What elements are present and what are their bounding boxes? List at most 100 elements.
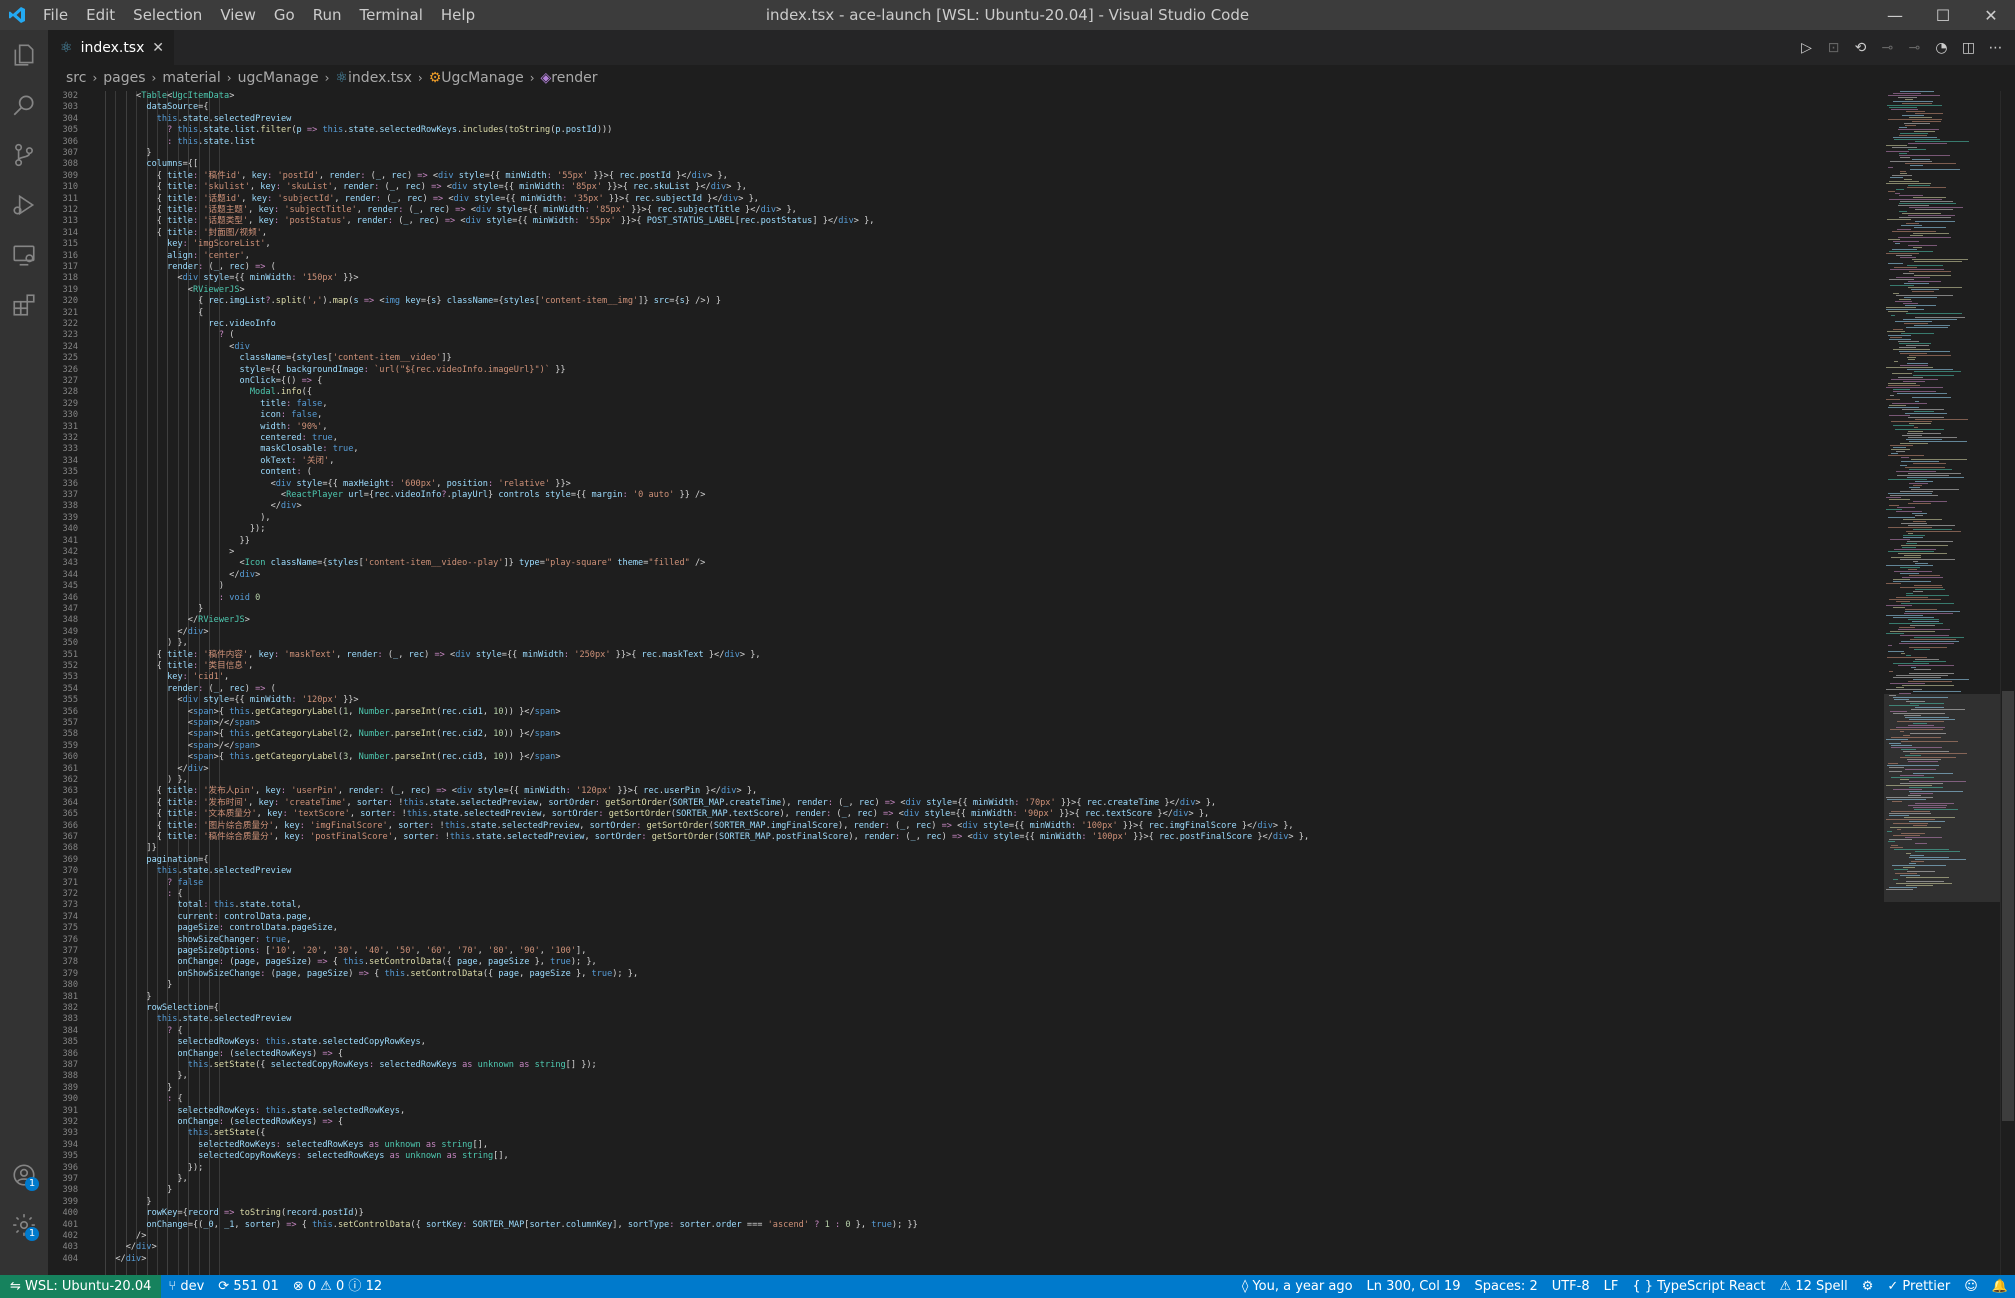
indentation[interactable]: Spaces: 2 <box>1468 1275 1545 1298</box>
breadcrumb-item[interactable]: ◈ render <box>541 70 598 86</box>
minimap-line <box>1905 99 1913 100</box>
minimap-line <box>1906 655 1911 656</box>
minimap-line <box>1906 223 1919 224</box>
menu-run[interactable]: Run <box>304 0 351 30</box>
timeline-icon[interactable]: ◔ <box>1928 30 1955 65</box>
breadcrumb-label: render <box>551 70 598 86</box>
code-line: 350 ) }, <box>48 638 1888 649</box>
minimap-line <box>1904 613 1953 614</box>
git-previous-icon[interactable]: ⊸ <box>1874 30 1901 65</box>
remote-explorer-icon[interactable] <box>0 230 48 280</box>
minimap-line <box>1903 751 1949 752</box>
minimap-line <box>1915 141 1969 142</box>
accounts-icon[interactable]: 1 <box>0 1150 48 1200</box>
menu-selection[interactable]: Selection <box>124 0 211 30</box>
minimap-line <box>1893 101 1933 102</box>
remote-indicator[interactable]: ⇋ WSL: Ubuntu-20.04 <box>0 1275 162 1298</box>
live-share-icon[interactable]: ⚙ <box>1855 1275 1881 1298</box>
code-line: 349 </div> <box>48 627 1888 638</box>
minimap-line <box>1909 483 1928 484</box>
explorer-icon[interactable] <box>0 30 48 80</box>
breadcrumb-item[interactable]: ⚛ index.tsx <box>335 70 411 86</box>
code-line: 391 selectedRowKeys: this.state.selected… <box>48 1106 1888 1117</box>
minimap-line <box>1896 675 1948 676</box>
cursor-position[interactable]: Ln 300, Col 19 <box>1360 1275 1468 1298</box>
source-control-icon[interactable] <box>0 130 48 180</box>
breadcrumb-item[interactable]: ⚙ UgcManage <box>429 70 524 86</box>
breadcrumb-item[interactable]: src <box>66 70 86 86</box>
line-number: 312 <box>62 205 78 215</box>
extensions-icon[interactable] <box>0 280 48 330</box>
line-number: 361 <box>62 763 78 774</box>
class-icon: ⚙ <box>428 70 442 86</box>
spell-label: 12 Spell <box>1795 1279 1848 1294</box>
menu-help[interactable]: Help <box>432 0 484 30</box>
code-line: 303 dataSource={ <box>48 102 1888 113</box>
code-text: selectedRowKeys: this.state.selectedRowK… <box>177 1105 406 1116</box>
code-line: 308 columns={[ <box>48 159 1888 170</box>
line-number: 403 <box>62 1242 78 1253</box>
minimize-icon[interactable]: — <box>1871 0 1919 30</box>
code-line: 324 <div <box>48 342 1888 353</box>
line-number: 360 <box>62 752 78 763</box>
scrollbar-thumb[interactable] <box>2002 691 2014 1121</box>
spell-check[interactable]: ⚠ 12 Spell <box>1773 1275 1855 1298</box>
menu-file[interactable]: File <box>34 0 77 30</box>
close-window-icon[interactable]: ✕ <box>1967 0 2015 30</box>
close-tab-icon[interactable]: ✕ <box>152 40 164 56</box>
minimap-line <box>1901 741 1958 742</box>
minimap-line <box>1913 679 1969 680</box>
minimap-line <box>1915 851 1960 852</box>
encoding[interactable]: UTF-8 <box>1545 1275 1597 1298</box>
code-text: maskClosable: true, <box>260 444 359 455</box>
line-number: 354 <box>62 683 78 694</box>
minimap-line <box>1888 191 1895 192</box>
minimap-line <box>1900 635 1949 636</box>
prettier-status[interactable]: ✓ Prettier <box>1880 1275 1957 1298</box>
code-line: 318 <div style={{ minWidth: '150px' }}> <box>48 273 1888 284</box>
breadcrumb-item[interactable]: ugcManage <box>238 70 319 86</box>
code-line: 403 </div> <box>48 1242 1888 1253</box>
minimap-line <box>1893 579 1910 580</box>
split-editor-icon[interactable]: ◫ <box>1955 30 1982 65</box>
minimap-line <box>1906 439 1942 440</box>
code-text: { title: '稿件id', key: 'postId', render: … <box>105 170 728 181</box>
code-line: 389 } <box>48 1083 1888 1094</box>
menu-view[interactable]: View <box>211 0 265 30</box>
notifications-bell-icon[interactable]: 🔔 <box>1985 1275 2015 1298</box>
code-line: 399 } <box>48 1197 1888 1208</box>
problems-indicator[interactable]: ⊗ 0 ⚠ 0 ⓘ 12 <box>286 1275 389 1298</box>
breadcrumb-item[interactable]: material <box>162 70 220 86</box>
tab-index-tsx[interactable]: ⚛ index.tsx ✕ <box>48 30 174 65</box>
git-blame[interactable]: ◊ You, a year ago <box>1235 1275 1360 1298</box>
sync-indicator[interactable]: ⟳ 551 01 <box>211 1275 286 1298</box>
breadcrumb-label: pages <box>103 70 146 86</box>
branch-indicator[interactable]: ⑂ dev <box>161 1275 211 1298</box>
breadcrumb-label: material <box>162 70 221 86</box>
maximize-icon[interactable]: ☐ <box>1919 0 1967 30</box>
minimap[interactable] <box>1884 91 2000 1275</box>
debug-icon[interactable]: ⊡ <box>1820 30 1847 65</box>
git-compare-icon[interactable]: ⟲ <box>1847 30 1874 65</box>
code-text: { title: '发布时间', key: 'createTime', sort… <box>105 797 1217 808</box>
language-mode[interactable]: { } TypeScript React <box>1625 1275 1772 1298</box>
menu-terminal[interactable]: Terminal <box>351 0 432 30</box>
end-of-line[interactable]: LF <box>1597 1275 1626 1298</box>
minimap-line <box>1890 539 1910 540</box>
search-icon[interactable] <box>0 80 48 130</box>
git-next-icon[interactable]: ⊸ <box>1901 30 1928 65</box>
more-actions-icon[interactable]: ⋯ <box>1982 30 2009 65</box>
run-debug-icon[interactable] <box>0 180 48 230</box>
breadcrumb-item[interactable]: pages <box>103 70 145 86</box>
code-line: 309 { title: '稿件id', key: 'postId', rend… <box>48 171 1888 182</box>
run-icon[interactable]: ▷ <box>1793 30 1820 65</box>
minimap-line <box>1889 771 1902 772</box>
menu-go[interactable]: Go <box>265 0 304 30</box>
minimap-line <box>1905 769 1936 770</box>
feedback-icon[interactable]: ☺ <box>1957 1275 1985 1298</box>
minimap-line <box>1889 279 1914 280</box>
code-editor[interactable]: 302 <Table<UgcItemData> 303 dataSource={3… <box>48 91 2015 1275</box>
menu-edit[interactable]: Edit <box>77 0 124 30</box>
settings-gear-icon[interactable]: 1 <box>0 1200 48 1250</box>
code-text: title: false, <box>260 398 328 409</box>
